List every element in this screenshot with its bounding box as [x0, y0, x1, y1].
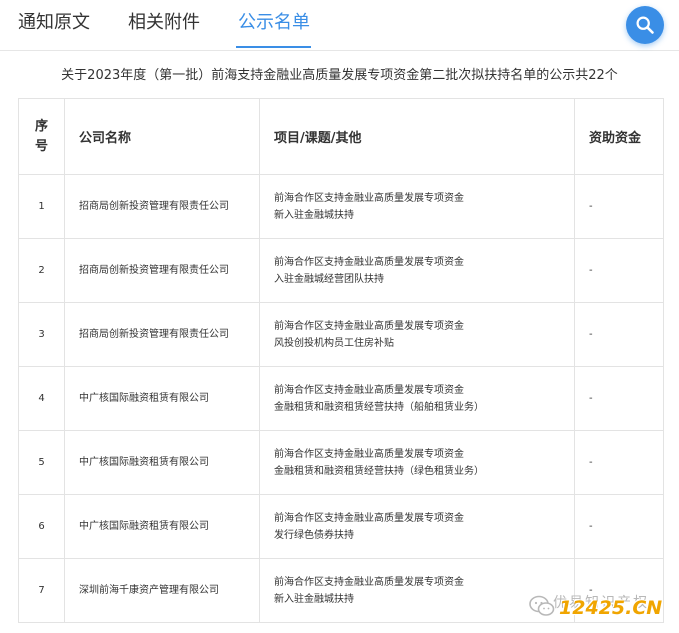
- search-button[interactable]: [626, 6, 664, 44]
- page: 通知原文 相关附件 公示名单 关于2023年度（第一批）前海支持金融业高质量发展…: [0, 0, 679, 633]
- wechat-icon: [529, 595, 555, 616]
- cell-seq: 5: [18, 430, 65, 495]
- cell-project: 前海合作区支持金融业高质量发展专项资金 发行绿色债券扶持: [259, 494, 575, 559]
- project-line-1: 前海合作区支持金融业高质量发展专项资金: [274, 512, 464, 524]
- cell-seq: 1: [18, 174, 65, 239]
- cell-company: 中广核国际融资租赁有限公司: [64, 430, 260, 495]
- header-funding: 资助资金: [574, 98, 664, 175]
- header-seq-char-2: 号: [34, 138, 48, 154]
- table-row: 4 中广核国际融资租赁有限公司 前海合作区支持金融业高质量发展专项资金 金融租赁…: [18, 366, 664, 431]
- table-row: 6 中广核国际融资租赁有限公司 前海合作区支持金融业高质量发展专项资金 发行绿色…: [18, 494, 664, 559]
- tab-public-list[interactable]: 公示名单: [238, 10, 310, 36]
- cell-funding: -: [574, 302, 664, 367]
- project-line-2: 金融租赁和融资租赁经营扶持（船舶租赁业务）: [274, 401, 484, 413]
- cell-company: 招商局创新投资管理有限责任公司: [64, 302, 260, 367]
- project-line-2: 金融租赁和融资租赁经营扶持（绿色租赁业务）: [274, 465, 484, 477]
- project-line-1: 前海合作区支持金融业高质量发展专项资金: [274, 576, 464, 588]
- table-row: 1 招商局创新投资管理有限责任公司 前海合作区支持金融业高质量发展专项资金 新入…: [18, 174, 664, 239]
- project-line-1: 前海合作区支持金融业高质量发展专项资金: [274, 384, 464, 396]
- project-line-1: 前海合作区支持金融业高质量发展专项资金: [274, 256, 464, 268]
- active-tab-indicator: [236, 46, 311, 48]
- cell-funding: -: [574, 366, 664, 431]
- tab-attachments[interactable]: 相关附件: [128, 10, 200, 36]
- cell-funding: -: [574, 430, 664, 495]
- watermark-domain: 12425.CN: [559, 597, 663, 619]
- cell-project: 前海合作区支持金融业高质量发展专项资金 风投创投机构员工住房补贴: [259, 302, 575, 367]
- watermark: 优易知识产权 12425.CN: [525, 589, 675, 625]
- header-seq-label: 序 号: [19, 117, 64, 157]
- cell-seq: 7: [18, 558, 65, 623]
- project-line-2: 入驻金融城经营团队扶持: [274, 273, 384, 285]
- cell-seq: 2: [18, 238, 65, 303]
- project-line-1: 前海合作区支持金融业高质量发展专项资金: [274, 320, 464, 332]
- cell-project: 前海合作区支持金融业高质量发展专项资金 金融租赁和融资租赁经营扶持（船舶租赁业务…: [259, 366, 575, 431]
- header-seq: 序 号: [18, 98, 65, 175]
- tab-bar: 通知原文 相关附件 公示名单: [0, 0, 679, 51]
- header-seq-char-1: 序: [34, 118, 48, 134]
- project-line-2: 新入驻金融城扶持: [274, 209, 354, 221]
- table-row: 2 招商局创新投资管理有限责任公司 前海合作区支持金融业高质量发展专项资金 入驻…: [18, 238, 664, 303]
- header-project: 项目/课题/其他: [259, 98, 575, 175]
- cell-funding: -: [574, 494, 664, 559]
- project-line-1: 前海合作区支持金融业高质量发展专项资金: [274, 448, 464, 460]
- cell-company: 中广核国际融资租赁有限公司: [64, 366, 260, 431]
- project-line-2: 风投创投机构员工住房补贴: [274, 337, 394, 349]
- cell-company: 招商局创新投资管理有限责任公司: [64, 238, 260, 303]
- header-company: 公司名称: [64, 98, 260, 175]
- cell-company: 深圳前海千康资产管理有限公司: [64, 558, 260, 623]
- cell-funding: -: [574, 238, 664, 303]
- project-line-1: 前海合作区支持金融业高质量发展专项资金: [274, 192, 464, 204]
- cell-project: 前海合作区支持金融业高质量发展专项资金 金融租赁和融资租赁经营扶持（绿色租赁业务…: [259, 430, 575, 495]
- search-icon: [636, 16, 654, 34]
- cell-seq: 4: [18, 366, 65, 431]
- cell-company: 中广核国际融资租赁有限公司: [64, 494, 260, 559]
- project-line-2: 发行绿色债券扶持: [274, 529, 354, 541]
- cell-project: 前海合作区支持金融业高质量发展专项资金 新入驻金融城扶持: [259, 174, 575, 239]
- cell-company: 招商局创新投资管理有限责任公司: [64, 174, 260, 239]
- tab-notice-original[interactable]: 通知原文: [18, 10, 90, 36]
- table-row: 5 中广核国际融资租赁有限公司 前海合作区支持金融业高质量发展专项资金 金融租赁…: [18, 430, 664, 495]
- table-header-row: 序 号 公司名称 项目/课题/其他 资助资金: [18, 98, 664, 175]
- notice-title: 关于2023年度（第一批）前海支持金融业高质量发展专项资金第二批次拟扶持名单的公…: [61, 68, 618, 83]
- project-line-2: 新入驻金融城扶持: [274, 593, 354, 605]
- cell-funding: -: [574, 174, 664, 239]
- cell-seq: 3: [18, 302, 65, 367]
- public-list-table: 序 号 公司名称 项目/课题/其他 资助资金 1 招商局创新投资管理有限责任公司…: [18, 98, 664, 623]
- cell-project: 前海合作区支持金融业高质量发展专项资金 入驻金融城经营团队扶持: [259, 238, 575, 303]
- cell-seq: 6: [18, 494, 65, 559]
- table-row: 3 招商局创新投资管理有限责任公司 前海合作区支持金融业高质量发展专项资金 风投…: [18, 302, 664, 367]
